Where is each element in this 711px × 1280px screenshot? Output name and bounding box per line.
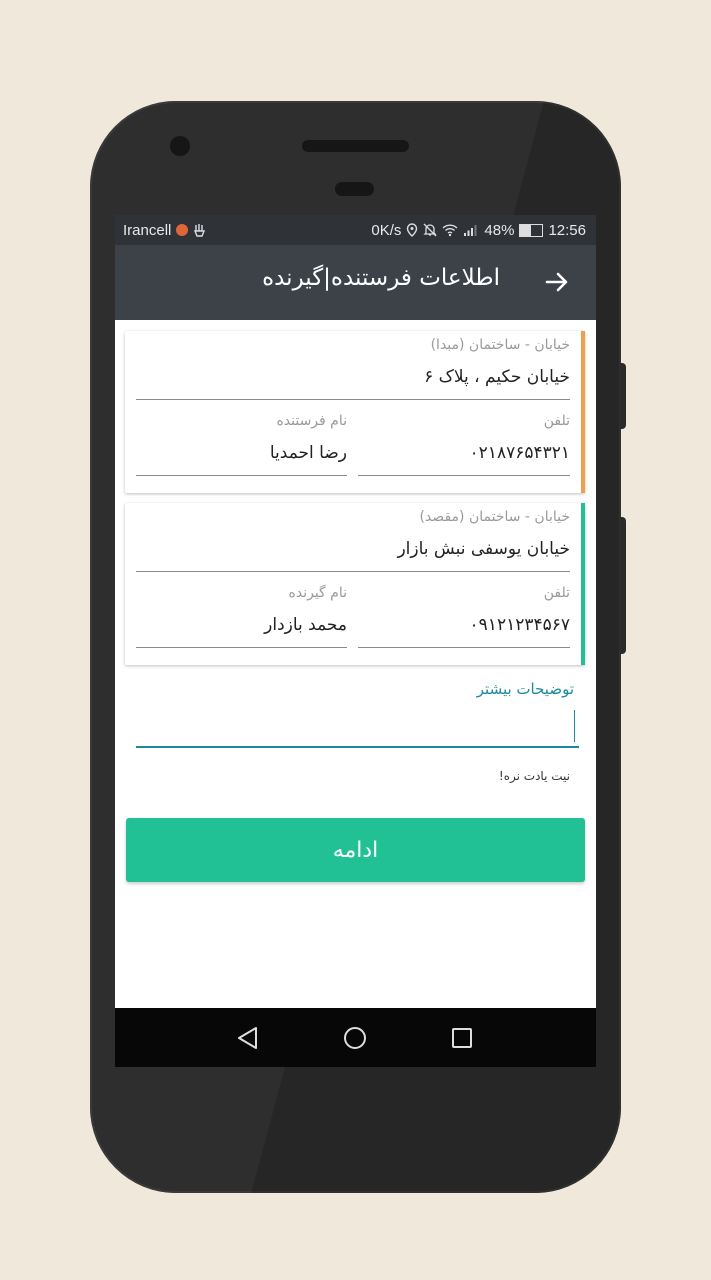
power-button	[620, 363, 626, 429]
usb-debug-icon	[194, 224, 206, 237]
mute-icon	[423, 223, 437, 237]
network-speed: 0K/s	[371, 221, 402, 239]
origin-card: خیابان - ساختمان (مبدا) خیابان حکیم ، پل…	[125, 331, 585, 493]
destination-accent-bar	[581, 503, 585, 665]
receiver-name-value: محمد بازدار	[264, 615, 347, 635]
wifi-icon	[442, 224, 458, 237]
app-bar: اطلاعات فرستنده|گیرنده	[115, 245, 596, 320]
signal-icon	[464, 225, 477, 236]
sender-name-label: نام فرستنده	[276, 413, 347, 429]
sender-name-value: رضا احمدیا	[269, 443, 347, 463]
arrow-right-icon[interactable]	[542, 267, 572, 297]
earpiece-speaker	[302, 140, 409, 152]
notes-input[interactable]	[136, 708, 579, 748]
sender-name-field[interactable]: نام فرستنده رضا احمدیا	[136, 413, 347, 478]
origin-accent-bar	[581, 331, 585, 493]
screen: Irancell 0K/s 48% 12:56 اطلاعات فرستنده|…	[115, 215, 596, 1067]
origin-address-label: خیابان - ساختمان (مبدا)	[430, 337, 570, 353]
origin-phone-field[interactable]: تلفن ۰۲۱۸۷۶۵۴۳۲۱	[358, 413, 570, 478]
origin-address-field[interactable]: خیابان - ساختمان (مبدا) خیابان حکیم ، پل…	[136, 337, 570, 402]
destination-address-label: خیابان - ساختمان (مقصد)	[419, 509, 571, 525]
notes-hint: نیت یادت نره!	[498, 769, 570, 783]
battery-percent: 48%	[484, 221, 515, 239]
receiver-name-label: نام گیرنده	[288, 585, 347, 601]
square-recents-icon[interactable]	[448, 1024, 476, 1052]
destination-card: خیابان - ساختمان (مقصد) خیابان یوسفی نبش…	[125, 503, 585, 665]
receiver-name-field[interactable]: نام گیرنده محمد بازدار	[136, 585, 347, 650]
location-icon	[407, 223, 418, 237]
navigation-bar	[115, 1008, 596, 1067]
clock: 12:56	[548, 221, 586, 239]
battery-icon	[519, 223, 544, 237]
origin-phone-value: ۰۲۱۸۷۶۵۴۳۲۱	[469, 443, 570, 463]
page-title: اطلاعات فرستنده|گیرنده	[262, 265, 500, 291]
origin-phone-label: تلفن	[543, 413, 570, 429]
destination-address-value: خیابان یوسفی نبش بازار	[397, 539, 570, 559]
origin-address-value: خیابان حکیم ، پلاک ۶	[424, 367, 570, 387]
front-camera	[170, 136, 190, 156]
status-bar: Irancell 0K/s 48% 12:56	[115, 215, 596, 245]
destination-phone-value: ۰۹۱۲۱۲۳۴۵۶۷	[469, 615, 570, 635]
carrier-name: Irancell	[123, 221, 172, 239]
destination-phone-label: تلفن	[543, 585, 570, 601]
circle-home-icon[interactable]	[341, 1024, 369, 1052]
notes-label: توضیحات بیشتر	[476, 680, 574, 698]
proximity-sensor	[335, 182, 374, 196]
destination-address-field[interactable]: خیابان - ساختمان (مقصد) خیابان یوسفی نبش…	[136, 509, 570, 574]
text-cursor	[574, 710, 575, 742]
triangle-back-icon[interactable]	[234, 1024, 262, 1052]
continue-button[interactable]: ادامه	[126, 818, 585, 882]
carrier-icon	[176, 224, 189, 236]
volume-button	[620, 517, 626, 654]
destination-phone-field[interactable]: تلفن ۰۹۱۲۱۲۳۴۵۶۷	[358, 585, 570, 650]
